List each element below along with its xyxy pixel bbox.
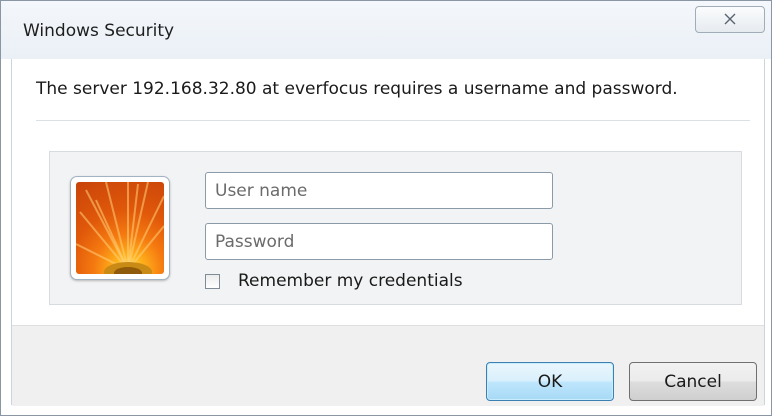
button-bar: OK Cancel: [12, 325, 764, 406]
user-tile-icon: [70, 176, 170, 280]
divider: [36, 120, 750, 121]
remember-checkbox[interactable]: [205, 273, 220, 289]
security-dialog: Windows Security The server 192.168.32.8…: [0, 0, 772, 416]
window-title: Windows Security: [23, 21, 175, 41]
remember-label[interactable]: Remember my credentials: [238, 271, 463, 291]
dialog-body: The server 192.168.32.80 at everfocus re…: [11, 59, 765, 406]
username-input[interactable]: [205, 172, 553, 209]
flower-picture: [76, 182, 164, 274]
cancel-button[interactable]: Cancel: [629, 362, 757, 401]
remember-credentials-option[interactable]: Remember my credentials: [205, 269, 463, 293]
credential-tile: Remember my credentials: [49, 151, 742, 305]
auth-message: The server 192.168.32.80 at everfocus re…: [36, 79, 678, 99]
ok-button[interactable]: OK: [486, 362, 614, 401]
password-input[interactable]: [205, 223, 553, 260]
title-bar: Windows Security: [1, 1, 771, 59]
close-icon: [724, 10, 736, 29]
close-button[interactable]: [695, 6, 765, 33]
